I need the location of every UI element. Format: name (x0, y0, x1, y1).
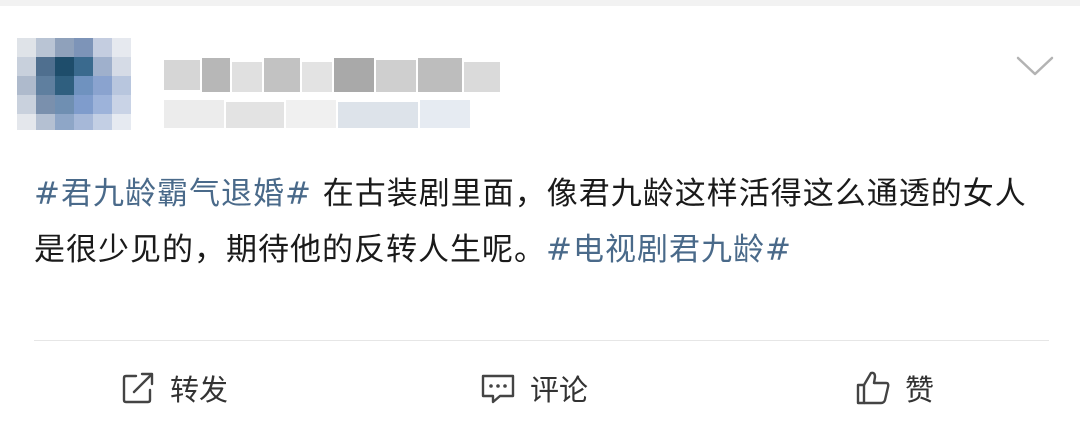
post-text: #君九龄霸气退婚# 在古装剧里面，像君九龄这样活得这么通透的女人是很少见的，期待… (34, 166, 1049, 278)
edit-share-icon (122, 372, 154, 404)
username-meta-pixelated (150, 40, 570, 130)
like-label: 赞 (905, 373, 935, 407)
repost-label: 转发 (170, 373, 229, 407)
hashtag-link[interactable]: #电视剧君九龄# (546, 232, 792, 268)
hashtag-link[interactable]: #君九龄霸气退婚# (34, 176, 312, 212)
top-separator (0, 0, 1080, 6)
divider (34, 340, 1049, 341)
comment-label: 评论 (530, 373, 589, 407)
like-button[interactable]: 赞 (853, 360, 934, 416)
comment-bubble-icon (481, 374, 515, 404)
repost-button[interactable]: 转发 (118, 360, 228, 416)
thumbs-up-icon (856, 371, 890, 405)
chevron-down-icon[interactable] (1015, 52, 1055, 80)
comment-button[interactable]: 评论 (478, 360, 588, 416)
avatar[interactable] (17, 38, 131, 130)
